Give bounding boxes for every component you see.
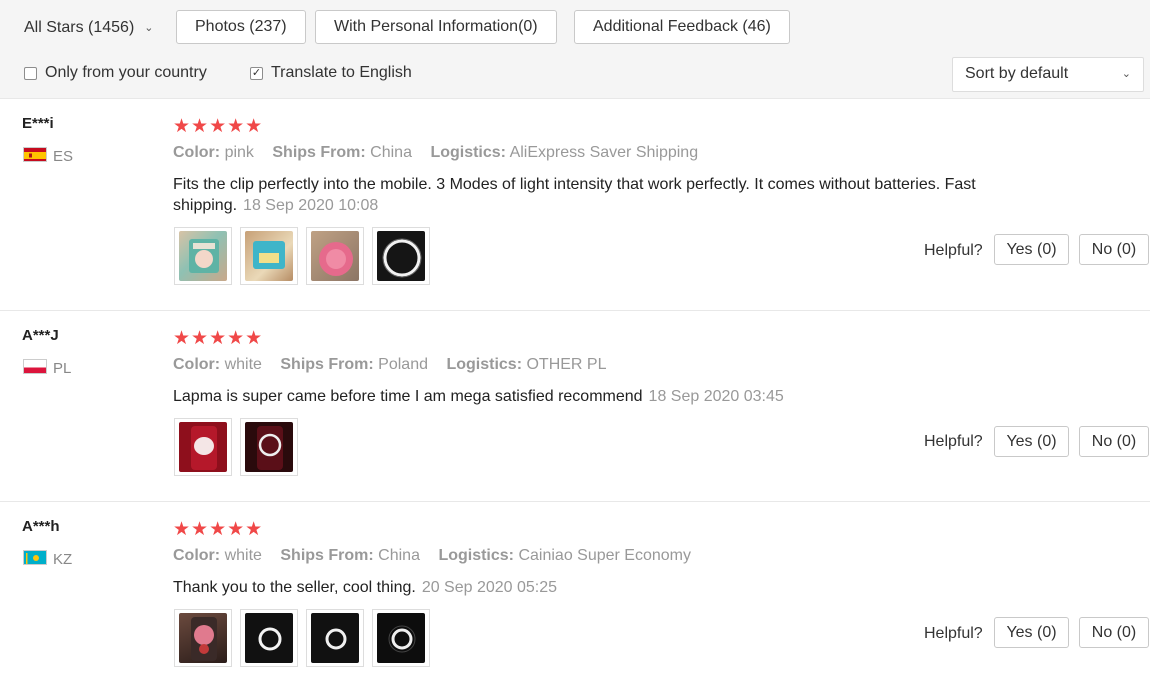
- personal-info-filter-button[interactable]: With Personal Information(0): [315, 10, 557, 44]
- checkbox-checked[interactable]: ✓: [250, 66, 263, 80]
- reviewer-country: KZ: [53, 551, 73, 568]
- review-photo[interactable]: [240, 227, 298, 285]
- translate-checkbox[interactable]: ✓ Translate to English: [250, 64, 412, 82]
- color-key: Color:: [173, 356, 221, 373]
- review-item: A***h KZ ★★★★★ Color: white Ships From: …: [0, 502, 1150, 686]
- review-text: Lapma is super came before time I am meg…: [173, 388, 643, 405]
- helpful-label: Helpful?: [924, 433, 983, 450]
- chevron-down-icon: ⌄: [144, 22, 154, 34]
- review-photo[interactable]: [306, 227, 364, 285]
- review-text-block: Lapma is super came before time I am meg…: [173, 386, 1033, 407]
- logistics-value: Cainiao Super Economy: [518, 547, 691, 564]
- review-photo[interactable]: [240, 609, 298, 667]
- photo-thumbnail: [245, 422, 293, 472]
- photo-thumbnail: [179, 422, 227, 472]
- review-photo[interactable]: [306, 609, 364, 667]
- reviewer-name: A***h: [22, 518, 60, 535]
- translate-label: Translate to English: [271, 64, 412, 81]
- color-key: Color:: [173, 547, 221, 564]
- photo-thumbnail: [179, 231, 227, 281]
- ships-from-value: China: [370, 144, 412, 161]
- reviewer-country: ES: [53, 148, 74, 165]
- review-meta: Color: white Ships From: Poland Logistic…: [173, 356, 606, 374]
- helpful-yes-button[interactable]: Yes (0): [994, 234, 1069, 265]
- helpful-yes-button[interactable]: Yes (0): [994, 426, 1069, 457]
- all-stars-label: All Stars (1456): [24, 19, 135, 36]
- color-key: Color:: [173, 144, 221, 161]
- review-date: 18 Sep 2020 03:45: [648, 388, 784, 405]
- photo-thumbnail: [179, 613, 227, 663]
- color-value: white: [224, 356, 262, 373]
- ships-from-key: Ships From:: [280, 356, 374, 373]
- logistics-key: Logistics:: [438, 547, 514, 564]
- review-photo[interactable]: [174, 227, 232, 285]
- photo-thumbnail: [311, 613, 359, 663]
- helpful-no-button[interactable]: No (0): [1079, 234, 1149, 265]
- additional-feedback-filter-button[interactable]: Additional Feedback (46): [574, 10, 790, 44]
- review-meta: Color: pink Ships From: China Logistics:…: [173, 144, 698, 162]
- ships-from-value: China: [378, 547, 420, 564]
- reviewer-name: A***J: [22, 327, 59, 344]
- photos-filter-button[interactable]: Photos (237): [176, 10, 306, 44]
- review-text: Thank you to the seller, cool thing.: [173, 579, 416, 596]
- helpful-label: Helpful?: [924, 625, 983, 642]
- photo-thumbnail: [311, 231, 359, 281]
- logistics-key: Logistics:: [446, 356, 523, 373]
- logistics-key: Logistics:: [430, 144, 506, 161]
- review-photo[interactable]: [174, 609, 232, 667]
- all-stars-dropdown[interactable]: All Stars (1456) ⌄: [24, 19, 153, 37]
- flag-kz-icon: [23, 550, 47, 565]
- filter-bar: All Stars (1456) ⌄ Photos (237) With Pers…: [0, 0, 1150, 99]
- sort-label: Sort by default: [965, 65, 1069, 82]
- only-country-label: Only from your country: [45, 64, 207, 81]
- reviewer-country: PL: [53, 360, 72, 377]
- checkbox-unchecked[interactable]: [24, 66, 37, 80]
- helpful-yes-button[interactable]: Yes (0): [994, 617, 1069, 648]
- photo-thumbnail: [377, 231, 425, 281]
- review-photo[interactable]: [240, 418, 298, 476]
- ships-from-key: Ships From:: [272, 144, 366, 161]
- review-date: 20 Sep 2020 05:25: [421, 579, 558, 596]
- color-value: pink: [224, 144, 254, 161]
- logistics-value: AliExpress Saver Shipping: [509, 144, 699, 161]
- photo-thumbnail: [245, 613, 293, 663]
- helpful-no-button[interactable]: No (0): [1079, 617, 1149, 648]
- ships-from-key: Ships From:: [280, 547, 374, 564]
- flag-pl-icon: [23, 359, 47, 374]
- review-date: 18 Sep 2020 10:08: [243, 197, 379, 214]
- only-country-checkbox[interactable]: Only from your country: [24, 64, 207, 82]
- photo-thumbnail: [377, 613, 425, 663]
- sort-select[interactable]: Sort by default ⌄: [952, 57, 1144, 92]
- rating-stars: ★★★★★: [173, 116, 264, 137]
- flag-es-icon: [23, 147, 47, 162]
- helpful-label: Helpful?: [924, 242, 983, 259]
- review-photo[interactable]: [372, 227, 430, 285]
- ships-from-value: Poland: [378, 356, 428, 373]
- review-item: A***J PL ★★★★★ Color: white Ships From: …: [0, 311, 1150, 501]
- review-photo[interactable]: [174, 418, 232, 476]
- review-text-block: Fits the clip perfectly into the mobile.…: [173, 174, 1033, 216]
- review-item: E***i ES ★★★★★ Color: pink Ships From: C…: [0, 99, 1150, 310]
- helpful-no-button[interactable]: No (0): [1079, 426, 1149, 457]
- rating-stars: ★★★★★: [173, 519, 264, 540]
- photo-thumbnail: [245, 231, 293, 281]
- review-photo[interactable]: [372, 609, 430, 667]
- logistics-value: OTHER PL: [526, 356, 607, 373]
- color-value: white: [224, 547, 262, 564]
- review-meta: Color: white Ships From: China Logistics…: [173, 547, 691, 565]
- review-text-block: Thank you to the seller, cool thing. 20 S…: [173, 577, 1033, 598]
- rating-stars: ★★★★★: [173, 328, 264, 349]
- reviewer-name: E***i: [22, 115, 54, 132]
- chevron-down-icon: ⌄: [1121, 68, 1131, 80]
